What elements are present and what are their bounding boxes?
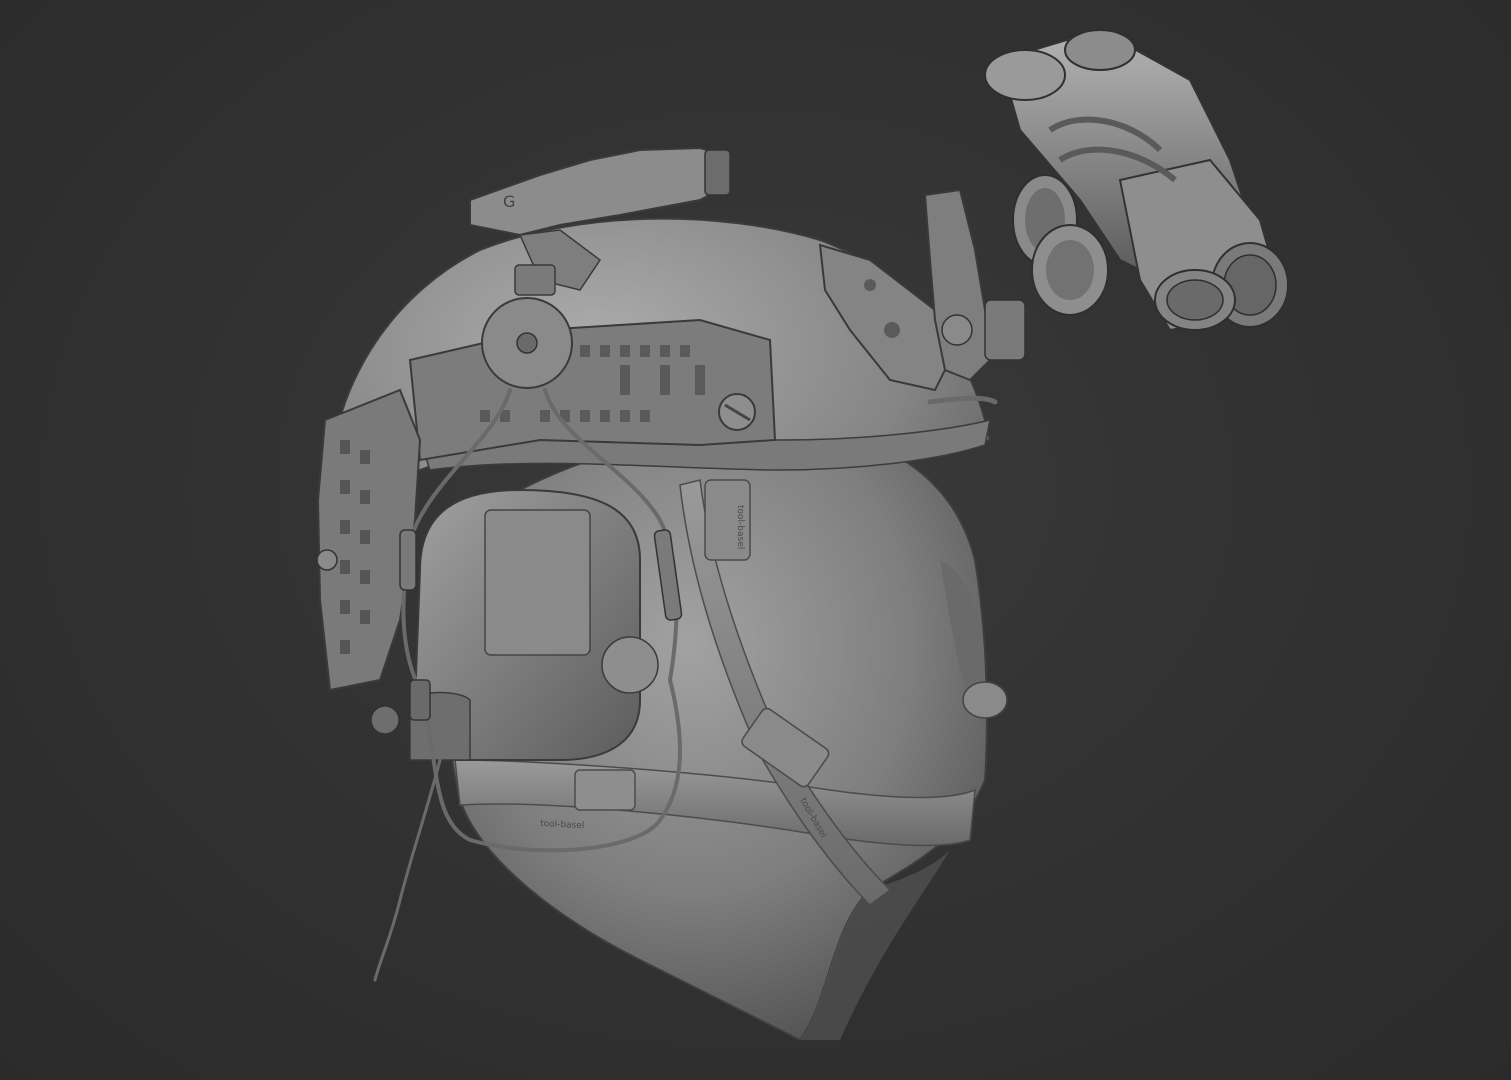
render-viewport: tool-basel tool-basel tool-basel G (0, 0, 1511, 1080)
ear-cup-knob (601, 636, 659, 694)
ear-cup (409, 488, 659, 761)
ear-cup-panel (484, 509, 591, 656)
sculpt-render: tool-basel tool-basel tool-basel G (316, 28, 1289, 1042)
neck-knob (962, 681, 1008, 719)
strap-label: tool-basel (735, 505, 745, 549)
night-vision-goggles (984, 28, 1289, 332)
light-dial-glyph: G (503, 192, 515, 211)
mount-screw-icon (516, 332, 538, 354)
strap-buckle (574, 769, 636, 811)
